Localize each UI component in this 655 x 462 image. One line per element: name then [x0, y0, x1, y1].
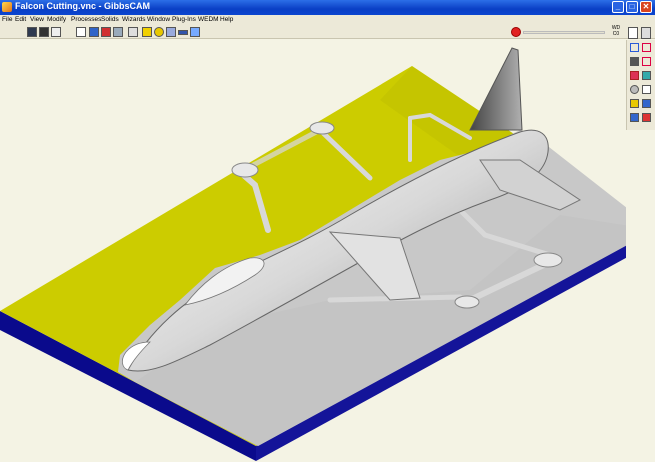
cube-icon[interactable]	[142, 27, 152, 37]
surface-icon[interactable]	[642, 71, 651, 80]
transform-icon[interactable]	[642, 43, 651, 52]
gibbscam-window: Falcon Cutting.vnc - GibbsCAM _ □ ✕ File…	[0, 0, 655, 462]
maximize-button[interactable]: □	[626, 1, 638, 13]
progress-bar	[523, 31, 605, 34]
menu-help[interactable]: Help	[220, 15, 233, 25]
hidden-icon[interactable]	[630, 113, 639, 122]
menu-bar: File Edit View Modify Processes Solids W…	[0, 15, 655, 25]
menu-edit[interactable]: Edit	[15, 15, 26, 25]
viewport[interactable]	[0, 40, 626, 462]
menu-view[interactable]: View	[30, 15, 44, 25]
color-icon[interactable]	[101, 27, 111, 37]
menu-wedm[interactable]: WEDM	[198, 15, 219, 25]
app-icon	[2, 2, 12, 12]
window-title: Falcon Cutting.vnc - GibbsCAM	[15, 1, 150, 11]
tool-icon[interactable]	[630, 57, 639, 66]
select-icon[interactable]	[630, 43, 639, 52]
sphere-icon[interactable]	[154, 27, 164, 37]
jet-tail-fin	[469, 47, 523, 131]
point-icon[interactable]	[76, 27, 86, 37]
menu-plugins[interactable]: Plug-Ins	[172, 15, 196, 25]
tool-icon[interactable]	[190, 27, 200, 37]
side-palette	[626, 40, 655, 130]
box-view-icon[interactable]	[51, 27, 61, 37]
minimize-button[interactable]: _	[612, 1, 624, 13]
readout-line-2: C0	[612, 31, 620, 37]
new-document-icon[interactable]	[628, 27, 638, 39]
menu-wizards[interactable]: Wizards	[122, 15, 145, 25]
close-button[interactable]: ✕	[640, 1, 652, 13]
coordinate-readout: WD C0	[609, 25, 623, 37]
info-icon[interactable]	[642, 99, 651, 108]
clip-icon[interactable]	[642, 113, 651, 122]
open-document-icon[interactable]	[641, 27, 651, 39]
mesh-icon[interactable]	[113, 27, 123, 37]
xyz-icon[interactable]	[630, 99, 639, 108]
blank-icon[interactable]	[128, 27, 138, 37]
solid-view-icon[interactable]	[39, 27, 49, 37]
menu-solids[interactable]: Solids	[101, 15, 119, 25]
cam-model-render	[0, 47, 626, 461]
render-icon[interactable]	[630, 85, 639, 94]
measure-icon[interactable]	[642, 57, 651, 66]
title-bar[interactable]: Falcon Cutting.vnc - GibbsCAM _ □ ✕	[0, 0, 655, 15]
menu-file[interactable]: File	[2, 15, 12, 25]
flat-icon[interactable]	[178, 30, 188, 35]
toolbar	[0, 25, 655, 39]
grid-view-icon[interactable]	[27, 27, 37, 37]
shade-icon[interactable]	[642, 85, 651, 94]
menu-window[interactable]: Window	[147, 15, 170, 25]
line-icon[interactable]	[89, 27, 99, 37]
menu-modify[interactable]: Modify	[47, 15, 66, 25]
cylinder-icon[interactable]	[166, 27, 176, 37]
menu-processes[interactable]: Processes	[71, 15, 101, 25]
chart-icon[interactable]	[630, 71, 639, 80]
stop-icon[interactable]	[511, 27, 521, 37]
